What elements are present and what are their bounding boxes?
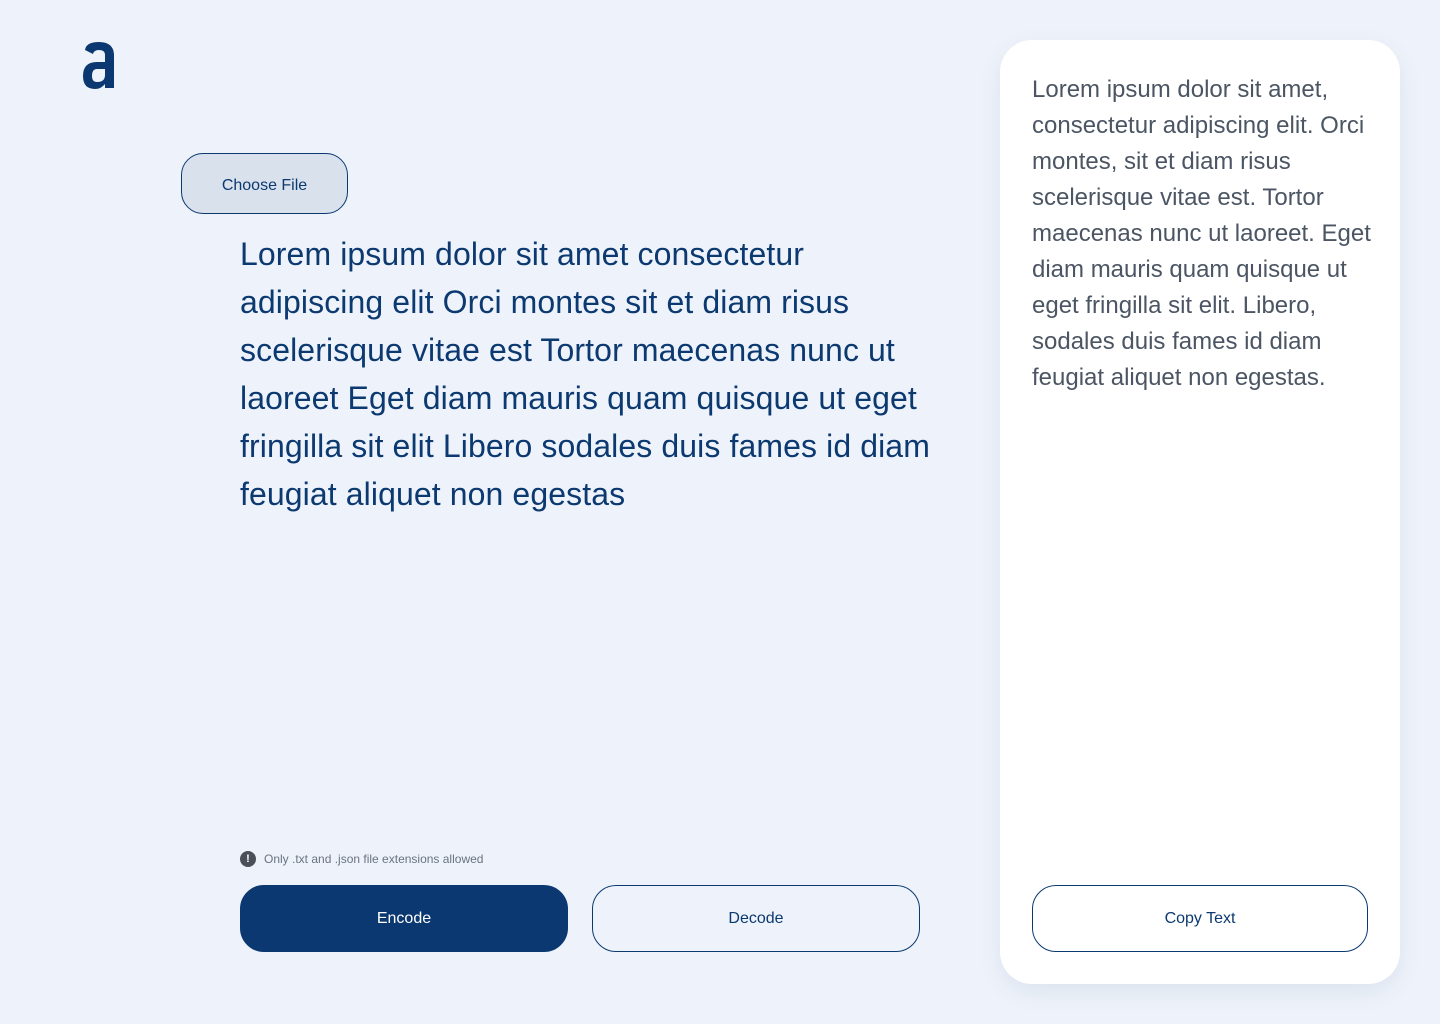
output-panel: Lorem ipsum dolor sit amet, consectetur … — [1000, 40, 1400, 984]
output-text: Lorem ipsum dolor sit amet, consectetur … — [1032, 76, 1371, 391]
encode-button[interactable]: Encode — [240, 885, 568, 952]
app-logo-icon[interactable] — [80, 38, 120, 90]
file-extension-hint: ! Only .txt and .json file extensions al… — [240, 851, 483, 867]
copy-text-button[interactable]: Copy Text — [1032, 885, 1368, 952]
input-text-area[interactable]: Lorem ipsum dolor sit amet consectetur a… — [240, 230, 930, 790]
exclamation-circle-icon: ! — [240, 851, 256, 867]
hint-text: Only .txt and .json file extensions allo… — [264, 852, 484, 866]
choose-file-button[interactable]: Choose File — [181, 153, 348, 214]
decode-button[interactable]: Decode — [592, 885, 920, 952]
